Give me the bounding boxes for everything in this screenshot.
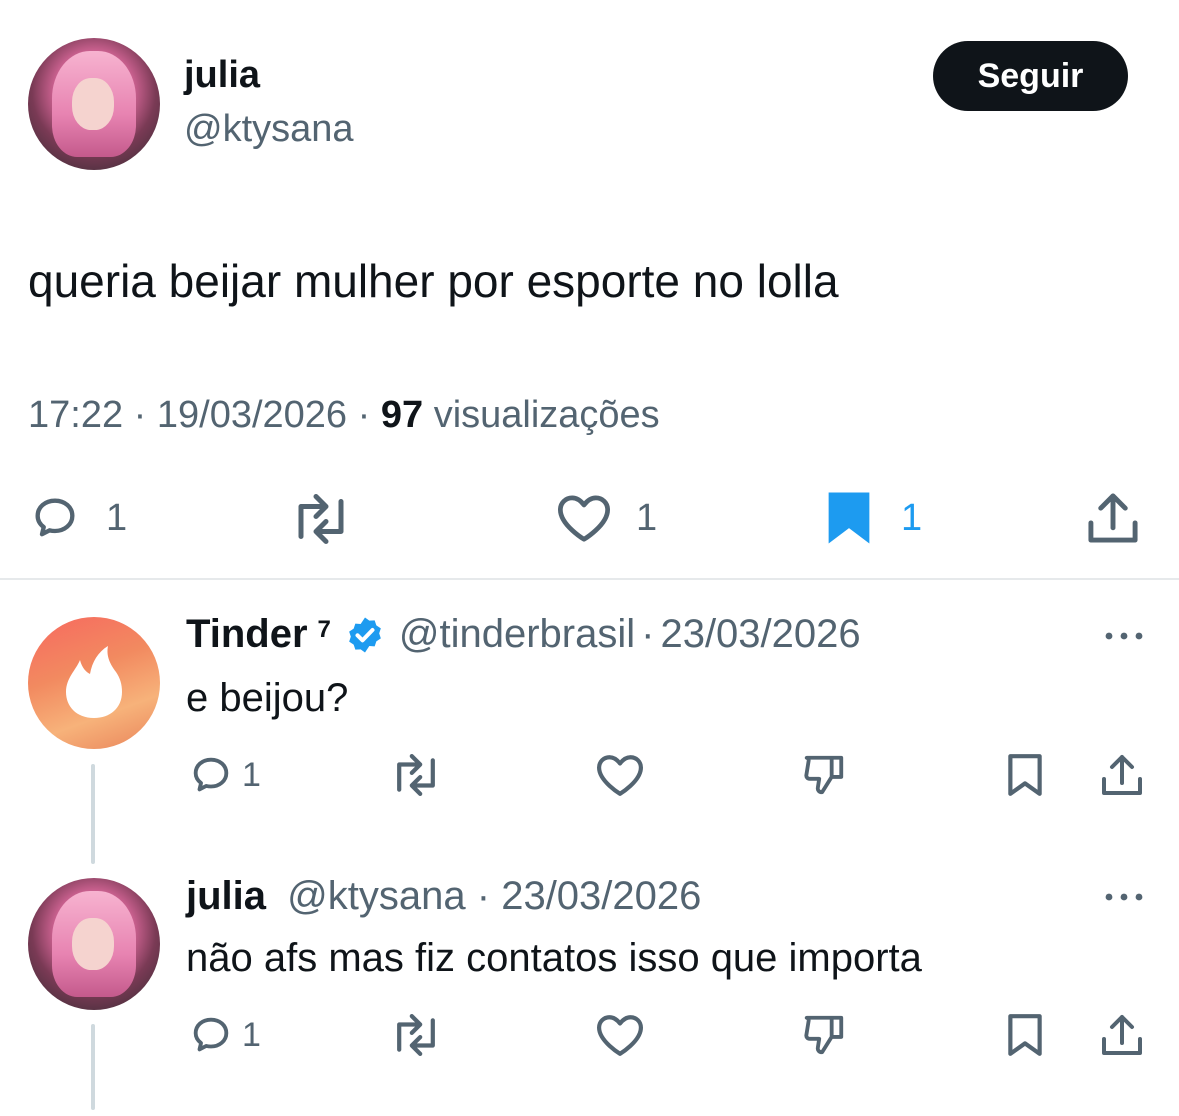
bookmark-icon (823, 490, 875, 546)
share-icon[interactable] (1100, 752, 1144, 798)
tweet-date[interactable]: 19/03/2026 (157, 394, 347, 436)
like-icon (554, 492, 614, 544)
tweet-text: queria beijar mulher por esporte no loll… (28, 255, 839, 307)
dislike-icon[interactable] (800, 752, 848, 798)
reply-action[interactable]: 1 (26, 492, 127, 544)
reply-count: 1 (106, 496, 128, 539)
reply-author-name[interactable]: julia (186, 874, 266, 918)
reply-header-tinder: Tinder 7 @tinderbrasil · 23/03/2026 (186, 612, 861, 657)
reply-author-name[interactable]: Tinder (186, 612, 308, 657)
views-count: 97 (380, 394, 424, 436)
tinder-avatar[interactable] (28, 617, 160, 749)
reply-text: e beijou? (186, 676, 349, 720)
reply-icon (186, 1012, 236, 1058)
follow-button[interactable]: Seguir (933, 41, 1128, 111)
reply-author-handle[interactable]: @tinderbrasil (399, 612, 635, 657)
more-icon[interactable] (1102, 626, 1146, 646)
more-icon[interactable] (1102, 887, 1146, 907)
thread-line (91, 764, 95, 864)
author-avatar[interactable] (28, 38, 160, 170)
tweet-meta: 17:22 · 19/03/2026 · 97 visualizações (28, 394, 660, 436)
reply-count: 1 (242, 755, 261, 794)
bookmark-action[interactable]: 1 (823, 490, 922, 546)
reply-icon (186, 752, 236, 798)
bookmark-icon[interactable] (1004, 1012, 1046, 1058)
tweet-time[interactable]: 17:22 (28, 394, 123, 436)
like-icon[interactable] (594, 752, 646, 798)
author-handle[interactable]: @ktysana (184, 108, 354, 151)
author-name[interactable]: julia (184, 54, 260, 97)
reply-date[interactable]: 23/03/2026 (501, 874, 701, 918)
reply-date[interactable]: 23/03/2026 (660, 612, 860, 657)
tinder-flame-icon (64, 643, 124, 721)
dislike-icon[interactable] (800, 1012, 848, 1058)
reply-icon (26, 492, 84, 544)
retweet-icon[interactable] (388, 1014, 444, 1056)
like-icon[interactable] (594, 1012, 646, 1058)
share-icon[interactable] (1086, 490, 1140, 546)
reply-action[interactable]: 1 (186, 752, 261, 798)
retweet-icon[interactable] (288, 494, 354, 544)
bookmark-icon[interactable] (1004, 752, 1046, 798)
thread-line (91, 1024, 95, 1110)
reply-count: 1 (242, 1015, 261, 1054)
reply-text: não afs mas fiz contatos isso que import… (186, 936, 922, 980)
like-count: 1 (636, 496, 658, 539)
reply-author-handle[interactable]: @ktysana (287, 874, 465, 918)
reply-header-julia: julia @ktysana · 23/03/2026 (186, 874, 702, 918)
affiliate-badge: 7 (317, 616, 331, 643)
views-label: visualizações (433, 394, 660, 436)
divider (0, 578, 1179, 580)
verified-icon[interactable] (345, 615, 385, 655)
reply-action[interactable]: 1 (186, 1012, 261, 1058)
share-icon[interactable] (1100, 1012, 1144, 1058)
like-action[interactable]: 1 (554, 492, 657, 544)
retweet-icon[interactable] (388, 754, 444, 796)
reply-avatar[interactable] (28, 878, 160, 1010)
bookmark-count: 1 (901, 496, 923, 539)
